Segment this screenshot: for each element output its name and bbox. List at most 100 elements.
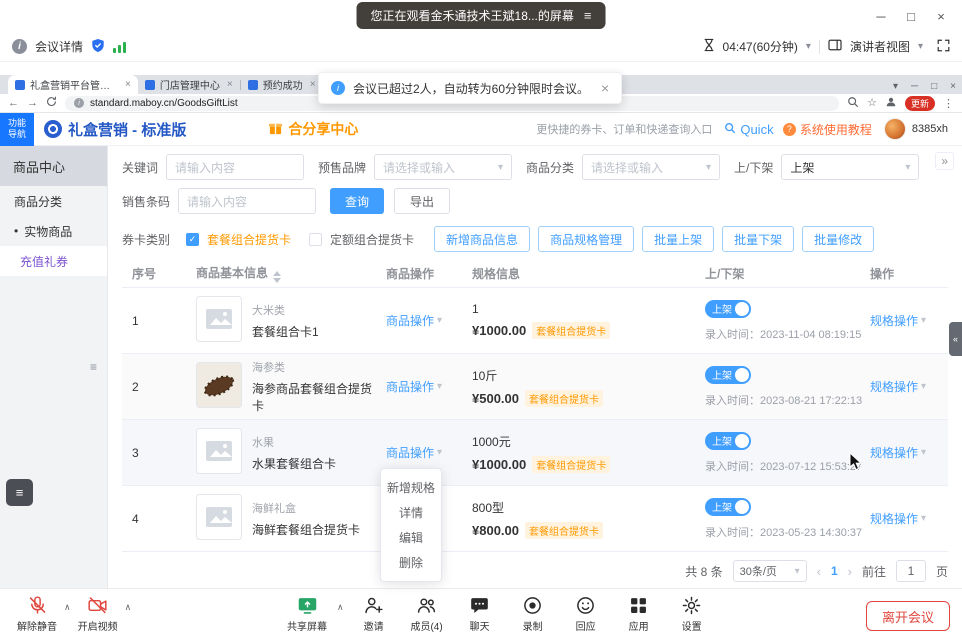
meeting-info-icon[interactable]: i bbox=[12, 39, 27, 54]
mouse-cursor bbox=[849, 452, 862, 474]
checkbox-fixed-card-label[interactable]: 定额组合提货卡 bbox=[330, 231, 414, 248]
share-screen-button[interactable]: 共享屏幕 bbox=[284, 595, 330, 633]
right-panel-expand-icon[interactable]: « bbox=[949, 322, 962, 356]
user-avatar[interactable] bbox=[884, 118, 906, 140]
tab-list-caret-icon[interactable]: ▾ bbox=[893, 81, 898, 92]
settings-button[interactable]: 设置 bbox=[669, 595, 715, 633]
meeting-panel-button[interactable]: ≡ bbox=[6, 479, 33, 506]
sidebar-collapse-icon[interactable]: ≡ bbox=[90, 360, 97, 374]
network-signal-icon[interactable] bbox=[113, 41, 126, 53]
batch-onshelf-button[interactable]: 批量上架 bbox=[642, 226, 714, 252]
sidebar-item-physical-goods[interactable]: • 实物商品 bbox=[0, 216, 107, 246]
leave-meeting-button[interactable]: 离开会议 bbox=[866, 601, 950, 631]
fullscreen-icon[interactable] bbox=[937, 39, 950, 55]
browser-tab-active[interactable]: 礼盒营销平台管理中心 × bbox=[8, 75, 138, 94]
unmute-button[interactable]: 解除静音 bbox=[14, 595, 60, 633]
tab-close-icon[interactable]: × bbox=[227, 79, 233, 90]
goods-action-dropdown-open[interactable]: 商品操作▾ bbox=[386, 444, 442, 461]
reaction-button[interactable]: 回应 bbox=[563, 595, 609, 633]
browser-menu-icon[interactable]: ⋮ bbox=[943, 97, 954, 110]
spec-action-dropdown[interactable]: 规格操作▾ bbox=[870, 444, 926, 461]
menu-item-detail[interactable]: 详情 bbox=[381, 500, 441, 525]
toast-close-icon[interactable]: × bbox=[601, 80, 609, 96]
close-icon[interactable]: × bbox=[926, 4, 956, 28]
members-button[interactable]: 成员(4) bbox=[404, 595, 450, 633]
checkbox-combo-card-label[interactable]: 套餐组合提货卡 bbox=[207, 231, 291, 248]
spec-action-dropdown[interactable]: 规格操作▾ bbox=[870, 510, 926, 527]
shelf-toggle[interactable]: 上架 bbox=[705, 498, 751, 516]
back-icon[interactable]: ← bbox=[8, 98, 19, 109]
quick-search-link[interactable]: Quick bbox=[724, 122, 773, 137]
menu-item-add-spec[interactable]: 新增规格 bbox=[381, 475, 441, 500]
video-options-icon[interactable]: ∧ bbox=[125, 602, 132, 613]
sidebar-item-recharge-coupon[interactable]: 充值礼券 bbox=[0, 246, 107, 276]
batch-offshelf-button[interactable]: 批量下架 bbox=[722, 226, 794, 252]
add-goods-button[interactable]: 新增商品信息 bbox=[434, 226, 530, 252]
goods-action-dropdown[interactable]: 商品操作▾ bbox=[386, 312, 442, 329]
share-options-icon[interactable]: ∧ bbox=[337, 602, 344, 613]
timer-caret-icon[interactable]: ▾ bbox=[806, 41, 811, 52]
goto-page-input[interactable]: 1 bbox=[896, 560, 926, 582]
record-button[interactable]: 录制 bbox=[510, 595, 556, 633]
view-mode-label[interactable]: 演讲者视图 bbox=[850, 38, 910, 55]
sidebar-section-goods-center[interactable]: 商品中心 bbox=[0, 146, 107, 186]
security-shield-icon[interactable] bbox=[91, 38, 105, 56]
sort-icon[interactable] bbox=[273, 271, 281, 283]
barcode-input[interactable]: 请输入内容 bbox=[178, 188, 316, 214]
export-button[interactable]: 导出 bbox=[394, 188, 450, 214]
spec-manage-button[interactable]: 商品规格管理 bbox=[538, 226, 634, 252]
browser-close-icon[interactable]: × bbox=[950, 81, 956, 92]
checkbox-combo-card[interactable]: ✓ bbox=[186, 233, 199, 246]
zoom-search-icon[interactable] bbox=[847, 96, 859, 111]
sidebar-item-goods-category[interactable]: 商品分类 bbox=[0, 186, 107, 216]
shelf-toggle[interactable]: 上架 bbox=[705, 366, 751, 384]
current-page[interactable]: 1 bbox=[831, 564, 838, 578]
username[interactable]: 8385xh bbox=[912, 123, 948, 135]
share-center-link[interactable]: 合分享中心 bbox=[268, 119, 358, 139]
keyword-input[interactable]: 请输入内容 bbox=[166, 154, 304, 180]
category-select[interactable]: 请选择或输入 ▾ bbox=[582, 154, 720, 180]
forward-icon[interactable]: → bbox=[27, 98, 38, 109]
menu-item-delete[interactable]: 删除 bbox=[381, 550, 441, 575]
browser-maximize-icon[interactable]: □ bbox=[931, 81, 937, 92]
function-nav-button[interactable]: 功能 导航 bbox=[0, 113, 34, 146]
page-size-select[interactable]: 30条/页 ▾ bbox=[733, 560, 807, 582]
gift-box-icon bbox=[268, 121, 283, 138]
bookmark-star-icon[interactable]: ☆ bbox=[867, 98, 877, 109]
batch-edit-button[interactable]: 批量修改 bbox=[802, 226, 874, 252]
refresh-icon[interactable] bbox=[46, 96, 57, 110]
apps-button[interactable]: 应用 bbox=[616, 595, 662, 633]
search-button[interactable]: 查询 bbox=[330, 188, 384, 214]
mic-options-icon[interactable]: ∧ bbox=[64, 602, 71, 613]
chat-button[interactable]: 聊天 bbox=[457, 595, 503, 633]
prev-page-icon[interactable]: ‹ bbox=[817, 564, 821, 579]
browser-minimize-icon[interactable]: ─ bbox=[911, 81, 918, 92]
tab-close-icon[interactable]: × bbox=[125, 79, 131, 90]
shelf-toggle[interactable]: 上架 bbox=[705, 300, 751, 318]
view-caret-icon[interactable]: ▾ bbox=[918, 41, 923, 52]
brand-select[interactable]: 请选择或输入 ▾ bbox=[374, 154, 512, 180]
spec-action-dropdown[interactable]: 规格操作▾ bbox=[870, 378, 926, 395]
minimize-icon[interactable]: ─ bbox=[866, 4, 896, 28]
browser-tab[interactable]: 门店管理中心 × bbox=[138, 75, 240, 94]
filter-collapse-icon[interactable]: » bbox=[935, 152, 954, 170]
menu-item-edit[interactable]: 编辑 bbox=[381, 525, 441, 550]
maximize-icon[interactable]: □ bbox=[896, 4, 926, 28]
shelf-select[interactable]: 上架 ▾ bbox=[781, 154, 919, 180]
profile-icon[interactable] bbox=[885, 96, 897, 111]
start-video-button[interactable]: 开启视频 bbox=[75, 595, 121, 633]
invite-button[interactable]: 邀请 bbox=[351, 595, 397, 633]
browser-tab[interactable]: 预约成功 × bbox=[241, 75, 323, 94]
site-info-icon[interactable]: i bbox=[74, 98, 84, 108]
entry-time: 录入时间：2023-11-04 08:19:15 bbox=[705, 326, 860, 342]
next-page-icon[interactable]: › bbox=[848, 564, 852, 579]
browser-update-button[interactable]: 更新 bbox=[905, 96, 935, 111]
shelf-toggle[interactable]: 上架 bbox=[705, 432, 751, 450]
tutorial-link[interactable]: ? 系统使用教程 bbox=[783, 121, 872, 138]
meeting-details-label[interactable]: 会议详情 bbox=[35, 38, 83, 55]
banner-menu-icon[interactable]: ≡ bbox=[584, 8, 592, 23]
tab-close-icon[interactable]: × bbox=[310, 79, 316, 90]
goods-action-dropdown[interactable]: 商品操作▾ bbox=[386, 378, 442, 395]
spec-action-dropdown[interactable]: 规格操作▾ bbox=[870, 312, 926, 329]
checkbox-fixed-card[interactable] bbox=[309, 233, 322, 246]
